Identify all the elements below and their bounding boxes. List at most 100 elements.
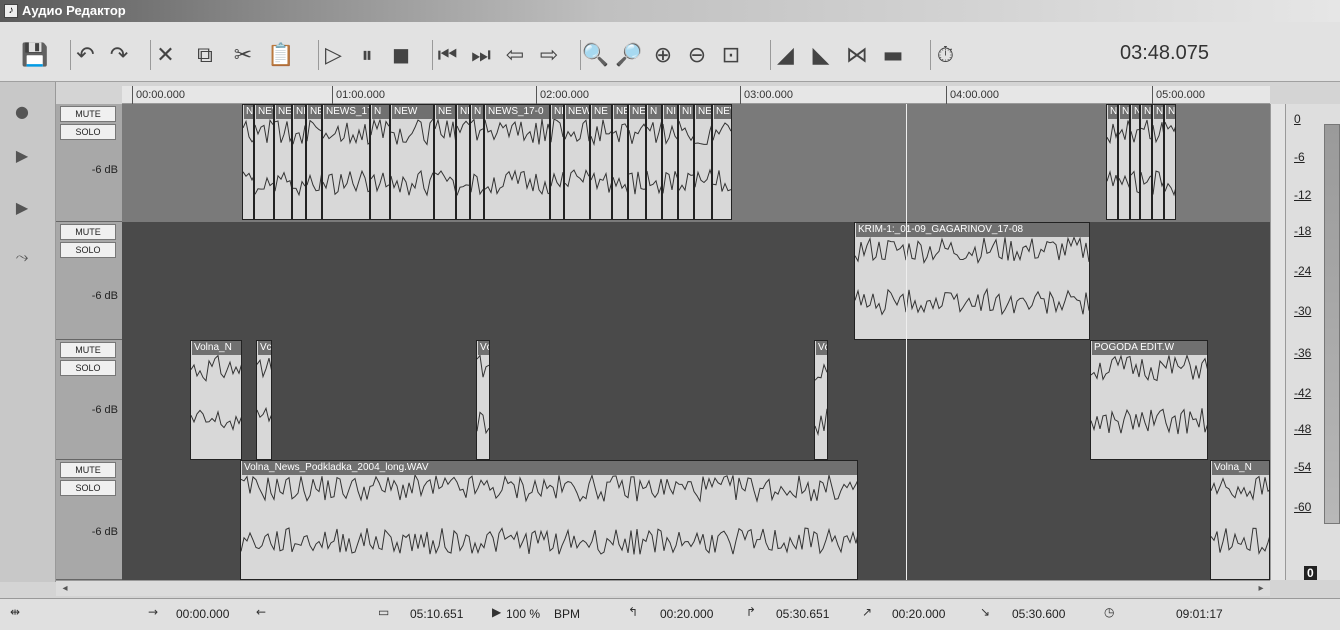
zoom-selection-icon[interactable]: 🔍: [580, 40, 610, 70]
waveform: [1119, 120, 1129, 189]
save-icon[interactable]: 💾: [20, 40, 50, 70]
audio-clip[interactable]: NEWS_17: [322, 104, 370, 220]
normalize-icon[interactable]: ▬: [878, 40, 908, 70]
audio-clip[interactable]: NEV: [306, 104, 322, 220]
audio-clip[interactable]: NE: [434, 104, 456, 220]
waveform: [435, 119, 455, 192]
audio-clip[interactable]: Volna_N: [1210, 460, 1270, 580]
audio-clip[interactable]: NE: [612, 104, 628, 220]
audio-clip[interactable]: KRIM-1:_01-09_GAGARINOV_17-08: [854, 222, 1090, 340]
audio-clip[interactable]: NE: [456, 104, 470, 220]
status-selection-start: 00:20.000: [660, 607, 714, 621]
horizontal-scrollbar[interactable]: ◂ ▸: [56, 580, 1270, 596]
mute-button[interactable]: MUTE: [60, 106, 116, 122]
cut-icon[interactable]: ✂: [228, 40, 258, 70]
audio-clip[interactable]: N: [370, 104, 390, 220]
audio-clip[interactable]: Vc: [476, 340, 490, 460]
audio-clip[interactable]: NEW: [390, 104, 434, 220]
waveform: [613, 123, 627, 193]
fade-in-icon[interactable]: ◢: [770, 40, 800, 70]
waveform: [243, 119, 253, 182]
gain-label: -6 dB: [91, 290, 118, 302]
go-start-icon[interactable]: ⏮: [432, 40, 462, 70]
audio-clip[interactable]: NE: [590, 104, 612, 220]
waveform: [307, 119, 321, 192]
copy-icon[interactable]: ⧉: [190, 40, 220, 70]
audio-clip[interactable]: N: [1106, 104, 1118, 220]
play-from-start-icon[interactable]: ▶: [6, 140, 38, 170]
timeline-ruler[interactable]: 00:00.000 01:00.000 02:00.000 03:00.000 …: [122, 86, 1270, 104]
audio-clip[interactable]: N: [1164, 104, 1176, 220]
app-icon: ♪: [4, 4, 18, 18]
scroll-left-icon[interactable]: ◂: [58, 582, 72, 596]
prev-icon[interactable]: ⇦: [500, 40, 530, 70]
solo-button[interactable]: SOLO: [60, 124, 116, 140]
scroll-right-icon[interactable]: ▸: [1254, 582, 1268, 596]
lane-2: [122, 222, 1270, 340]
zoom-out-icon[interactable]: ⊖: [682, 40, 712, 70]
clip-label: NE: [244, 105, 254, 119]
audio-clip[interactable]: Volna_N: [190, 340, 242, 460]
envelope-icon[interactable]: ⤳: [6, 242, 38, 272]
crossfade-icon[interactable]: ⋈: [842, 40, 872, 70]
waveform: [551, 119, 563, 188]
solo-button[interactable]: SOLO: [60, 480, 116, 496]
audio-clip[interactable]: Vc: [814, 340, 828, 460]
meter-label: -36: [1294, 346, 1312, 360]
audio-clip[interactable]: N: [470, 104, 484, 220]
audio-clip[interactable]: N: [1152, 104, 1164, 220]
volume-value[interactable]: 0: [1304, 566, 1317, 580]
audio-clip[interactable]: Volna_News_Podkladka_2004_long.WAV: [240, 460, 858, 580]
clip-label: POGODA EDIT.W: [1092, 341, 1207, 355]
audio-clip[interactable]: POGODA EDIT.W: [1090, 340, 1208, 460]
solo-button[interactable]: SOLO: [60, 242, 116, 258]
audio-clip[interactable]: NI: [292, 104, 306, 220]
audio-clip[interactable]: NE: [242, 104, 254, 220]
audio-clip[interactable]: NEWS_17-0: [484, 104, 550, 220]
audio-clip[interactable]: NE: [550, 104, 564, 220]
audio-clip[interactable]: NEW: [564, 104, 590, 220]
playback-cursor[interactable]: [906, 104, 907, 580]
mute-button[interactable]: MUTE: [60, 224, 116, 240]
play-loop-icon[interactable]: ▶: [6, 192, 38, 222]
loop-start-icon: ↗: [862, 605, 873, 619]
solo-button[interactable]: SOLO: [60, 360, 116, 376]
zoom-fit-icon[interactable]: 🔎: [614, 40, 644, 70]
redo-icon[interactable]: ↷: [104, 40, 134, 70]
play-icon[interactable]: ▷: [318, 40, 348, 70]
stop-icon[interactable]: ◼: [386, 40, 416, 70]
audio-clip[interactable]: NE: [274, 104, 292, 220]
zoom-in-icon[interactable]: ⊕: [648, 40, 678, 70]
fade-out-icon[interactable]: ◣: [806, 40, 836, 70]
next-icon[interactable]: ⇨: [534, 40, 564, 70]
track-area[interactable]: NENEVNENINEVNEWS_17NNEWNENENNEWS_17-0NEN…: [122, 104, 1270, 580]
mute-button[interactable]: MUTE: [60, 462, 116, 478]
audio-clip[interactable]: NE: [628, 104, 646, 220]
audio-clip[interactable]: NI: [678, 104, 694, 220]
clip-label: NI: [664, 105, 677, 119]
audio-clip[interactable]: N: [646, 104, 662, 220]
waveform: [713, 122, 731, 192]
undo-icon[interactable]: ↶: [70, 40, 100, 70]
end-marker-icon: ←: [256, 605, 267, 619]
audio-clip[interactable]: N: [1118, 104, 1130, 220]
pause-icon[interactable]: ⏸: [352, 40, 382, 70]
audio-clip[interactable]: N: [1130, 104, 1140, 220]
timer-icon[interactable]: ⏱: [930, 40, 960, 70]
mute-button[interactable]: MUTE: [60, 342, 116, 358]
audio-clip[interactable]: NEV: [254, 104, 274, 220]
zoom-reset-icon[interactable]: ⊡: [716, 40, 746, 70]
vertical-scrollbar[interactable]: [1270, 104, 1285, 580]
audio-clip[interactable]: NEV: [712, 104, 732, 220]
go-end-icon[interactable]: ⏭: [466, 40, 496, 70]
delete-icon[interactable]: ✕: [150, 40, 180, 70]
audio-clip[interactable]: Vc: [256, 340, 272, 460]
audio-clip[interactable]: N: [1140, 104, 1152, 220]
paste-icon[interactable]: 📋: [266, 40, 296, 70]
audio-clip[interactable]: NI: [662, 104, 678, 220]
audio-clip[interactable]: NE: [694, 104, 712, 220]
meter-label: -12: [1294, 188, 1312, 202]
fit-icon[interactable]: ⇹: [10, 605, 20, 619]
track-header-3: MUTE SOLO -6 dB: [56, 340, 122, 460]
record-icon[interactable]: ●: [6, 96, 38, 126]
